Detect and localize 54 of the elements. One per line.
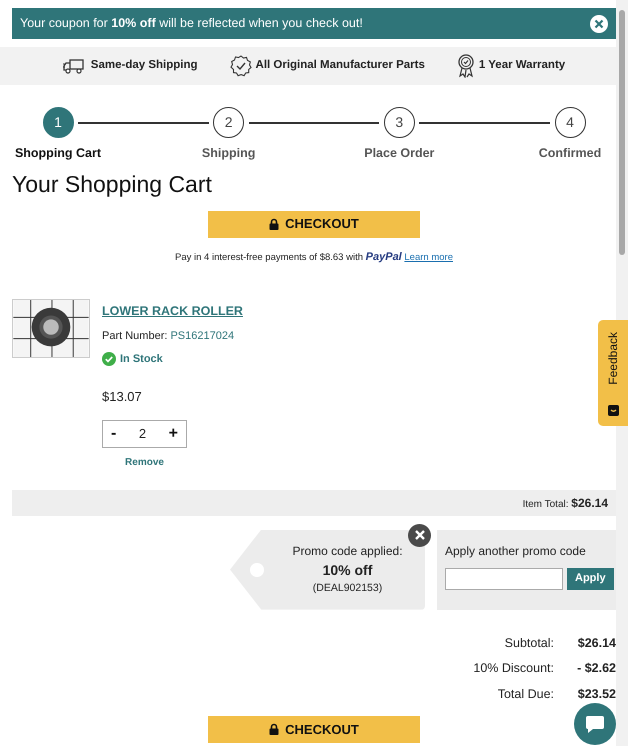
- paypal-logo: PayPal: [366, 250, 402, 263]
- award-ribbon-icon: [456, 54, 475, 78]
- total-label: 10% Discount:: [473, 660, 554, 678]
- stock-status: In Stock: [120, 352, 163, 367]
- decrease-button[interactable]: -: [103, 422, 124, 446]
- check-circle-icon: [102, 352, 116, 366]
- step-label: Shipping: [202, 145, 256, 162]
- checkout-button[interactable]: CHECKOUT: [208, 716, 420, 743]
- total-label: Subtotal:: [504, 634, 554, 652]
- product-name-link[interactable]: LOWER RACK ROLLER: [102, 302, 243, 321]
- total-value: $23.52: [576, 686, 616, 704]
- chat-button[interactable]: [574, 703, 616, 745]
- apply-button[interactable]: Apply: [567, 568, 614, 590]
- step-circle[interactable]: 2: [213, 107, 244, 138]
- item-price: $13.07: [102, 388, 143, 406]
- remove-button[interactable]: Remove: [102, 454, 187, 470]
- checkout-button[interactable]: CHECKOUT: [208, 210, 420, 238]
- trust-label: Same-day Shipping: [90, 58, 198, 74]
- promo-code: (DEAL902153): [312, 581, 382, 596]
- step-circle[interactable]: 1: [42, 107, 74, 138]
- chat-bubble-icon: [585, 714, 605, 734]
- chat-icon: [608, 405, 618, 416]
- close-icon: [590, 15, 608, 34]
- step-label: Shopping Cart: [14, 145, 102, 162]
- total-label: Total Due:: [496, 686, 554, 704]
- total-value: $26.14: [576, 634, 616, 652]
- page-title: Your Shopping Cart: [12, 171, 213, 199]
- learn-more-link[interactable]: Learn more: [404, 252, 453, 263]
- step-circle[interactable]: 3: [384, 107, 415, 138]
- total-value: - $2.62: [576, 660, 616, 678]
- lock-icon: [269, 218, 280, 230]
- step-label: Place Order: [364, 145, 434, 162]
- item-total: Item Total: $26.14: [522, 494, 608, 512]
- promo-input[interactable]: [445, 568, 563, 590]
- scrollbar-thumb[interactable]: [619, 10, 625, 255]
- banner-message: Your coupon for 10% off will be reflected when you check out!: [20, 15, 363, 32]
- badge-check-icon: [230, 55, 252, 77]
- step-label: Confirmed: [538, 145, 602, 162]
- quantity-value: 2: [138, 424, 146, 443]
- close-icon: [414, 529, 426, 542]
- increase-button[interactable]: +: [160, 422, 186, 446]
- feedback-tab[interactable]: Feedback: [598, 320, 628, 426]
- quantity-stepper[interactable]: - 2 +: [102, 420, 187, 448]
- part-number: Part Number: PS16217024: [102, 329, 236, 344]
- paypal-message: Pay in 4 interest-free payments of $8.63 with: [175, 252, 364, 263]
- promo-label: Promo code applied:: [292, 543, 403, 560]
- close-button[interactable]: [590, 14, 608, 32]
- promo-entry-label: Apply another promo code: [445, 542, 587, 560]
- step-circle[interactable]: 4: [554, 107, 586, 138]
- trust-label: All Original Manufacturer Parts: [256, 58, 425, 74]
- remove-promo-button[interactable]: [408, 524, 431, 547]
- trust-label: 1 Year Warranty: [478, 58, 566, 74]
- lock-icon: [269, 723, 280, 736]
- promo-discount: 10% off: [322, 561, 372, 580]
